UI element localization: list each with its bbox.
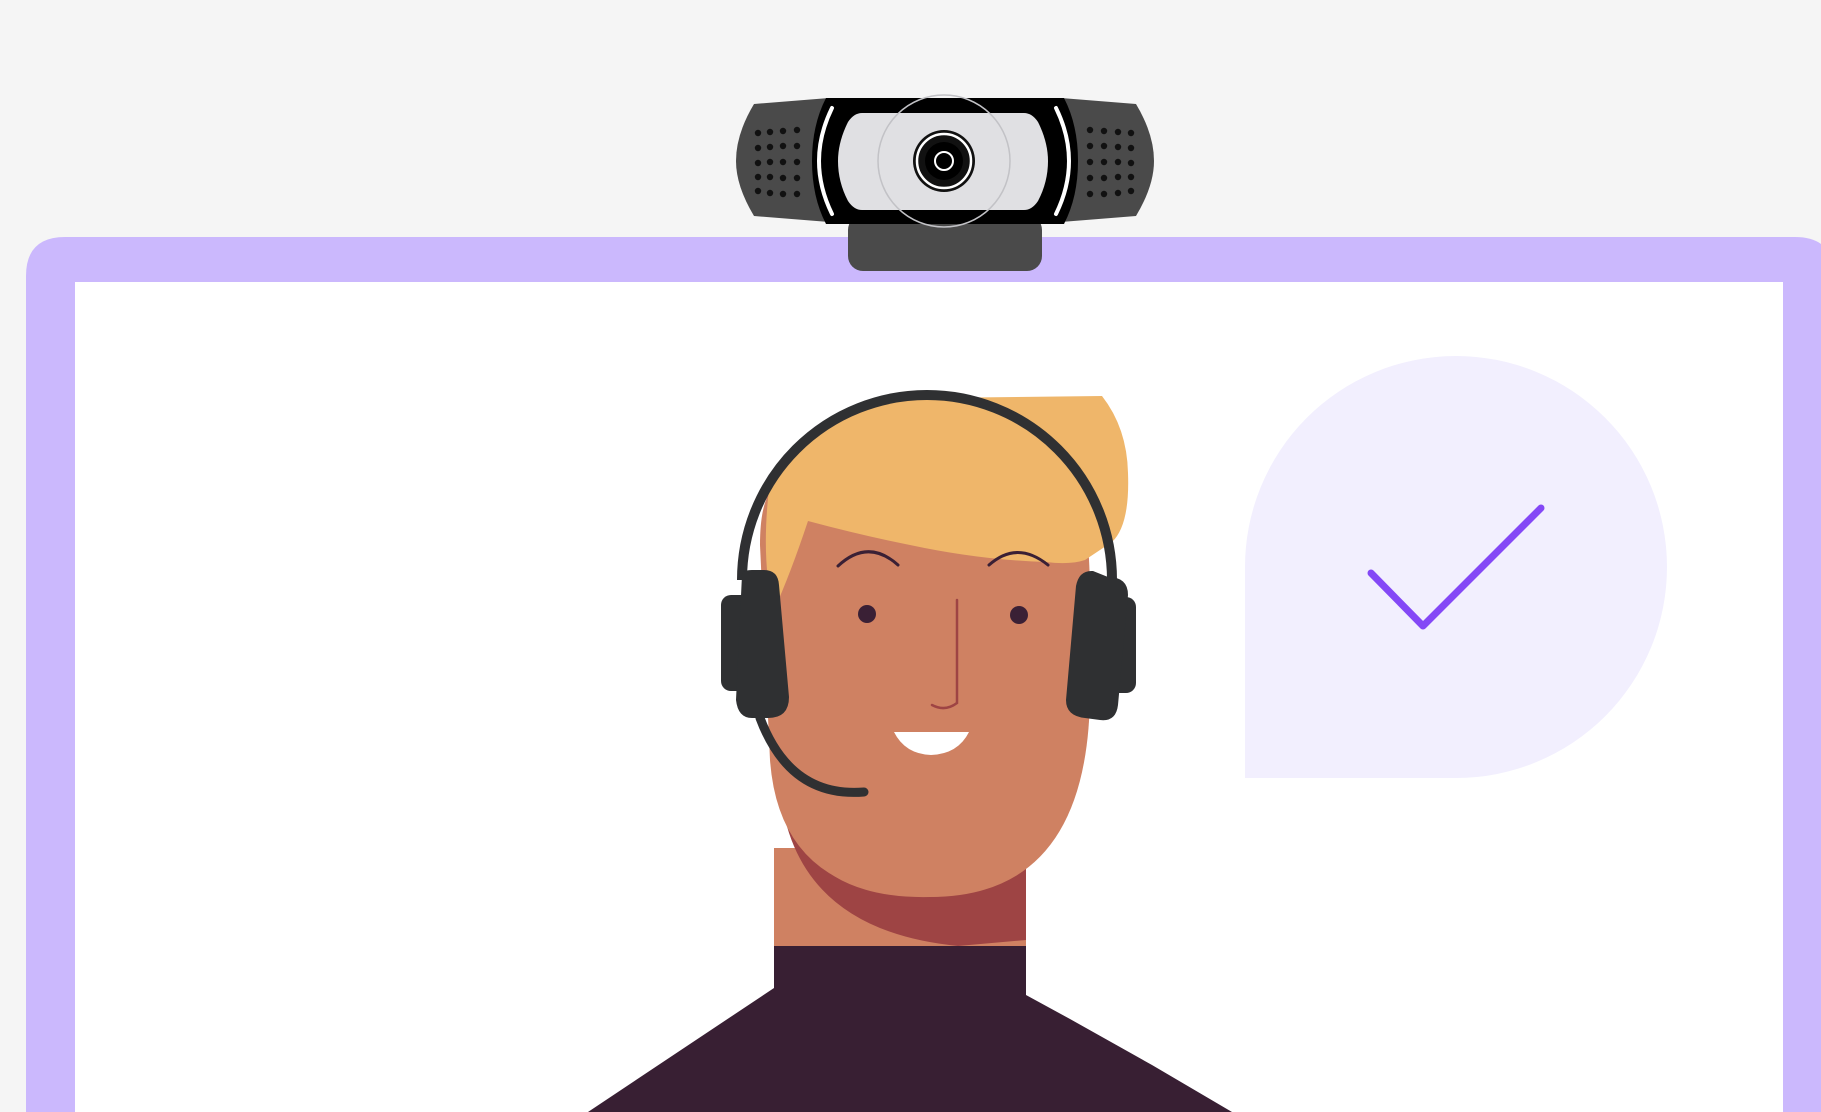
video-call-illustration [0,0,1821,1112]
left-eye [858,605,876,623]
right-eye [1010,606,1028,624]
speech-bubble-icon [1244,356,1667,778]
webcam-lens-inner [925,142,963,180]
speech-bubble-shape [1244,356,1667,778]
